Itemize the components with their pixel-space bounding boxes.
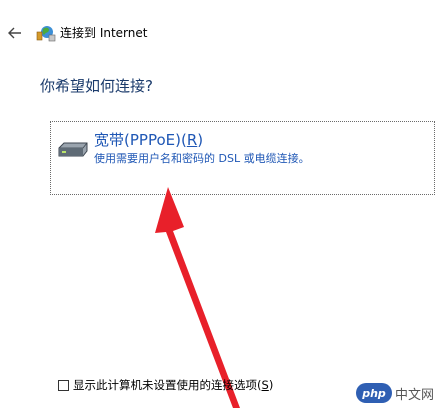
back-button[interactable] [4, 22, 26, 44]
globe-network-icon [36, 26, 56, 42]
watermark-logo: php [356, 383, 392, 403]
annotation-arrow [155, 187, 240, 408]
watermark: php 中文网 [356, 381, 434, 405]
watermark-text: 中文网 [395, 387, 435, 403]
option-title: 宽带(PPPoE)(R) [94, 131, 204, 149]
modem-icon [58, 142, 88, 157]
broadband-pppoe-option[interactable]: 宽带(PPPoE)(R) 使用需要用户名和密码的 DSL 或电缆连接。 [50, 121, 435, 195]
show-unsupported-options-checkbox[interactable]: 显示此计算机未设置使用的连接选项(S) [58, 377, 273, 393]
option-description: 使用需要用户名和密码的 DSL 或电缆连接。 [94, 152, 310, 165]
page-heading: 你希望如何连接? [40, 77, 153, 95]
title-bar: 连接到 Internet [0, 0, 440, 60]
checkbox-box[interactable] [58, 379, 69, 391]
checkbox-label: 显示此计算机未设置使用的连接选项(S) [73, 378, 274, 392]
arrow-left-icon [8, 27, 21, 39]
window-title: 连接到 Internet [60, 26, 148, 40]
